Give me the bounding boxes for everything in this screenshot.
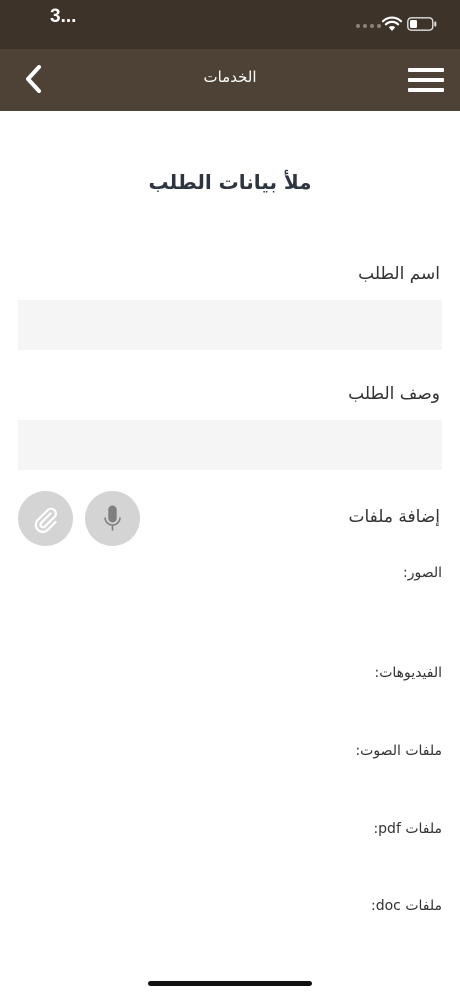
request-name-input[interactable] xyxy=(18,300,442,350)
attach-file-button[interactable] xyxy=(18,491,73,546)
nav-title: الخدمات xyxy=(203,68,257,86)
request-name-label: اسم الطلب xyxy=(358,264,440,284)
home-indicator xyxy=(148,981,312,986)
cellular-signal-icon xyxy=(356,24,381,28)
status-bar: 3... xyxy=(0,0,460,49)
doc-files-section-label: ملفات doc: xyxy=(371,898,442,914)
request-description-label: وصف الطلب xyxy=(348,384,440,404)
status-time: 3... xyxy=(50,6,77,27)
battery-icon xyxy=(407,17,437,31)
add-files-label: إضافة ملفات xyxy=(348,507,441,527)
videos-section-label: الفيديوهات: xyxy=(374,665,442,681)
audio-files-section-label: ملفات الصوت: xyxy=(355,743,442,759)
nav-bar: الخدمات xyxy=(0,49,460,111)
menu-button[interactable] xyxy=(406,66,446,94)
wifi-icon xyxy=(382,16,402,31)
pdf-files-section-label: ملفات pdf: xyxy=(373,821,442,837)
record-audio-button[interactable] xyxy=(85,491,140,546)
hamburger-menu-icon xyxy=(408,68,444,72)
page-title: ملأ بيانات الطلب xyxy=(148,170,312,194)
images-section-label: الصور: xyxy=(402,565,442,581)
paperclip-icon xyxy=(34,507,57,533)
request-description-input[interactable] xyxy=(18,420,442,470)
microphone-icon xyxy=(104,505,121,531)
